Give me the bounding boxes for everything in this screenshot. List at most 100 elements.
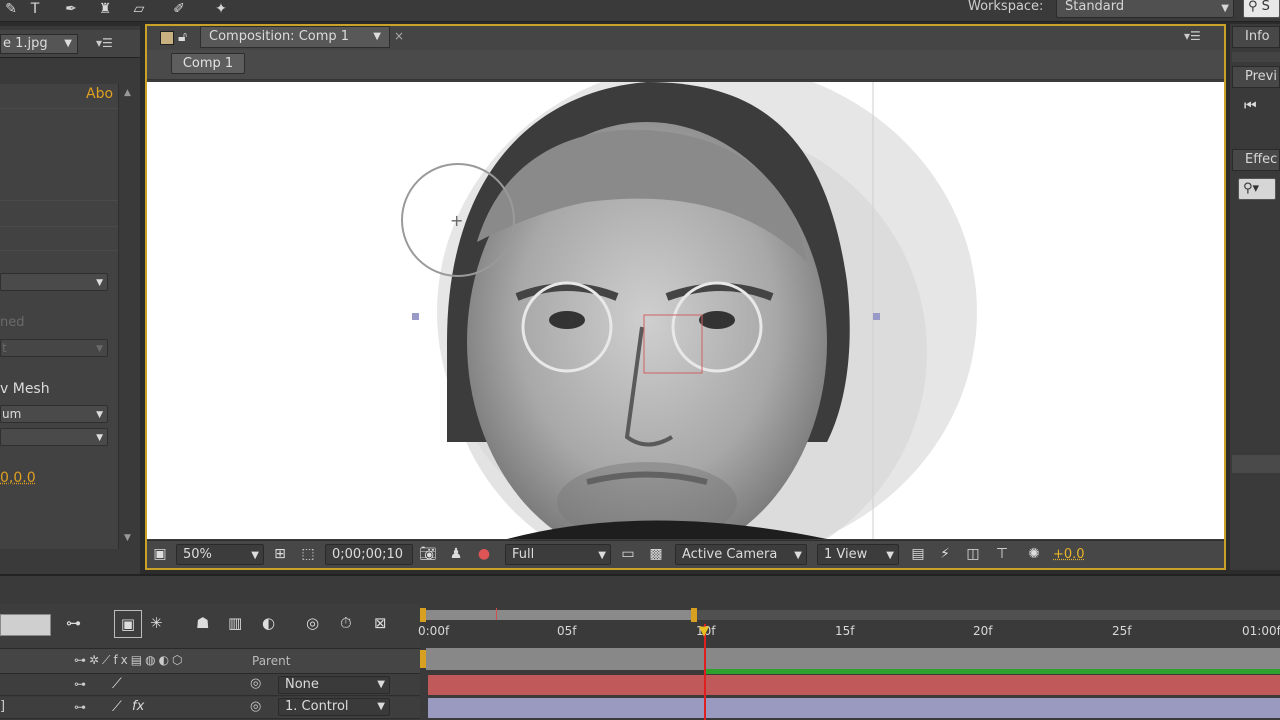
puppet-pin-icon[interactable]: ✦ — [210, 0, 232, 20]
panel-gripper-icon[interactable] — [160, 31, 174, 45]
show-mesh-label: v Mesh — [0, 381, 50, 397]
magnification-select[interactable]: 50% ▼ — [176, 544, 264, 565]
graph-editor-icon[interactable]: ⊠ — [374, 614, 387, 632]
workspace-select[interactable]: Standard ▼ — [1056, 0, 1234, 18]
quality-switch-icon[interactable]: ⟋ — [112, 676, 122, 692]
workspace-value: Standard — [1065, 0, 1124, 14]
roto-brush-icon[interactable]: ✐ — [168, 0, 190, 20]
help-search-input[interactable]: ⚲ S — [1243, 0, 1280, 18]
chevron-down-icon: ▼ — [794, 546, 802, 565]
effects-search-input[interactable]: ⚲▾ — [1238, 178, 1276, 200]
auto-keyframe-icon[interactable]: ⏱ — [340, 614, 352, 632]
panel-menu-icon[interactable]: ▾☰ — [96, 36, 113, 50]
resolution-select[interactable]: Full ▼ — [505, 544, 611, 565]
composition-navigator-bar — [147, 50, 1224, 80]
triangles-dropdown[interactable]: ▼ — [0, 428, 108, 446]
effect-dropdown-1[interactable]: ▼ — [0, 273, 108, 291]
divider — [0, 250, 118, 251]
always-preview-icon[interactable]: ▣ — [150, 544, 170, 565]
info-panel-tab[interactable]: Info — [1232, 26, 1280, 48]
marker — [496, 608, 497, 620]
work-area-start-handle[interactable] — [420, 608, 426, 622]
exposure-reset-icon[interactable]: ✺ — [1024, 544, 1044, 565]
parent-column-header: Parent — [252, 654, 290, 668]
composition-viewer[interactable]: + — [147, 82, 1224, 539]
chevron-down-icon: ▼ — [64, 35, 72, 53]
parent-value: 1. Control — [285, 699, 349, 714]
draft-3d-icon[interactable]: ✳ — [150, 614, 163, 632]
show-snapshot-icon[interactable]: ♟ — [446, 544, 466, 565]
effect-controls-tab[interactable]: e 1.jpg ▼ — [0, 34, 78, 54]
shy-switch-icon[interactable]: ⊶ — [74, 700, 86, 714]
layer-duration-bar[interactable] — [428, 675, 1280, 695]
time-navigator-start[interactable] — [420, 650, 426, 668]
camera-value: Active Camera — [682, 547, 777, 562]
position-value[interactable]: 0,0.0 — [0, 470, 36, 486]
work-area-end-handle[interactable] — [691, 608, 697, 622]
hide-shy-layers-icon[interactable]: ☗ — [196, 614, 209, 632]
parent-select[interactable]: 1. Control ▼ — [278, 698, 390, 716]
eraser-tool-icon[interactable]: ▱ — [128, 0, 150, 20]
chevron-down-icon: ▼ — [251, 546, 259, 565]
current-time-indicator-head[interactable]: ▼ — [699, 624, 709, 639]
layer-duration-bar[interactable] — [428, 698, 1280, 718]
scrollbar[interactable]: ▲ ▼ — [118, 84, 138, 549]
exposure-value[interactable]: +0.0 — [1053, 547, 1085, 562]
region-of-interest-icon[interactable]: ▭ — [618, 544, 638, 565]
parent-select[interactable]: None ▼ — [278, 676, 390, 694]
chevron-down-icon: ▼ — [1221, 1, 1229, 17]
work-area-bar[interactable] — [424, 610, 694, 620]
chevron-down-icon: ▼ — [96, 407, 103, 423]
expansion-dropdown[interactable]: um ▼ — [0, 405, 108, 423]
timeline-controls — [0, 604, 420, 648]
toggle-pixel-aspect-icon[interactable]: ▤ — [908, 544, 928, 565]
expansion-dropdown-value: um — [2, 407, 21, 421]
panel-menu-icon[interactable]: ▾☰ — [1184, 29, 1201, 43]
divider — [0, 108, 118, 109]
pick-whip-icon[interactable]: ◎ — [250, 699, 261, 714]
effects-switch-icon[interactable]: fx — [132, 699, 144, 714]
quality-switch-icon[interactable]: ⟋ — [112, 699, 122, 715]
scroll-down-icon[interactable]: ▼ — [124, 533, 131, 543]
view-layout-select[interactable]: 1 View ▼ — [817, 544, 899, 565]
timeline-search-input[interactable] — [0, 614, 51, 636]
snapshot-camera-icon[interactable]: 📷︎ — [418, 544, 438, 565]
frame-blending-icon[interactable]: ▥ — [228, 614, 242, 632]
timeline-toggle-icon[interactable]: ◫ — [963, 544, 983, 565]
effect-controls-tab-label: e 1.jpg — [3, 36, 48, 51]
channel-rgb-icon[interactable]: ● — [474, 544, 494, 565]
ruler-tick: 0:00f — [418, 624, 449, 638]
first-frame-icon[interactable]: ⏮ — [1244, 98, 1257, 114]
lock-icon[interactable]: 🔓︎ — [178, 29, 187, 45]
chevron-down-icon: ▼ — [377, 677, 385, 693]
text-tool-icon[interactable]: T — [24, 0, 46, 20]
pick-whip-icon[interactable]: ◎ — [250, 676, 261, 691]
flowchart-icon[interactable]: ⊤ — [992, 544, 1012, 565]
title-safe-icon[interactable]: ⊞ — [270, 544, 290, 565]
motion-blur-icon[interactable]: ◐ — [262, 614, 275, 632]
current-time-field[interactable]: 0;00;00;10 — [325, 544, 413, 565]
effects-list-item[interactable] — [1232, 455, 1280, 473]
effects-panel-tab[interactable]: Effec — [1232, 149, 1280, 171]
chevron-down-icon: ▼ — [377, 699, 385, 715]
close-icon[interactable]: × — [394, 29, 404, 43]
info-panel-body — [1232, 52, 1280, 62]
svg-text:+: + — [450, 211, 463, 230]
pen-tool-icon[interactable]: ✒ — [60, 0, 82, 20]
about-link[interactable]: Abo — [86, 86, 113, 102]
camera-select[interactable]: Active Camera ▼ — [675, 544, 807, 565]
live-update-icon[interactable]: ▣ — [114, 610, 142, 638]
preview-panel-tab[interactable]: Previ — [1232, 66, 1280, 88]
composition-mini-flowchart-icon[interactable]: ⊶ — [66, 614, 81, 632]
stamp-tool-icon[interactable]: ♜ — [94, 0, 116, 20]
mask-visibility-icon[interactable]: ⬚ — [298, 544, 318, 565]
comp-navigator-chip[interactable]: Comp 1 — [171, 53, 245, 74]
tab-composition[interactable]: Composition: Comp 1 ▼ — [200, 26, 390, 48]
transparency-grid-icon[interactable]: ▩ — [646, 544, 666, 565]
chevron-down-icon: ▼ — [96, 341, 103, 357]
puppet-tool-icon[interactable]: ✎ — [0, 0, 22, 20]
brainstorm-icon[interactable]: ◎ — [306, 614, 319, 632]
fast-preview-icon[interactable]: ⚡︎ — [935, 544, 955, 565]
shy-switch-icon[interactable]: ⊶ — [74, 677, 86, 691]
scroll-up-icon[interactable]: ▲ — [124, 88, 131, 98]
